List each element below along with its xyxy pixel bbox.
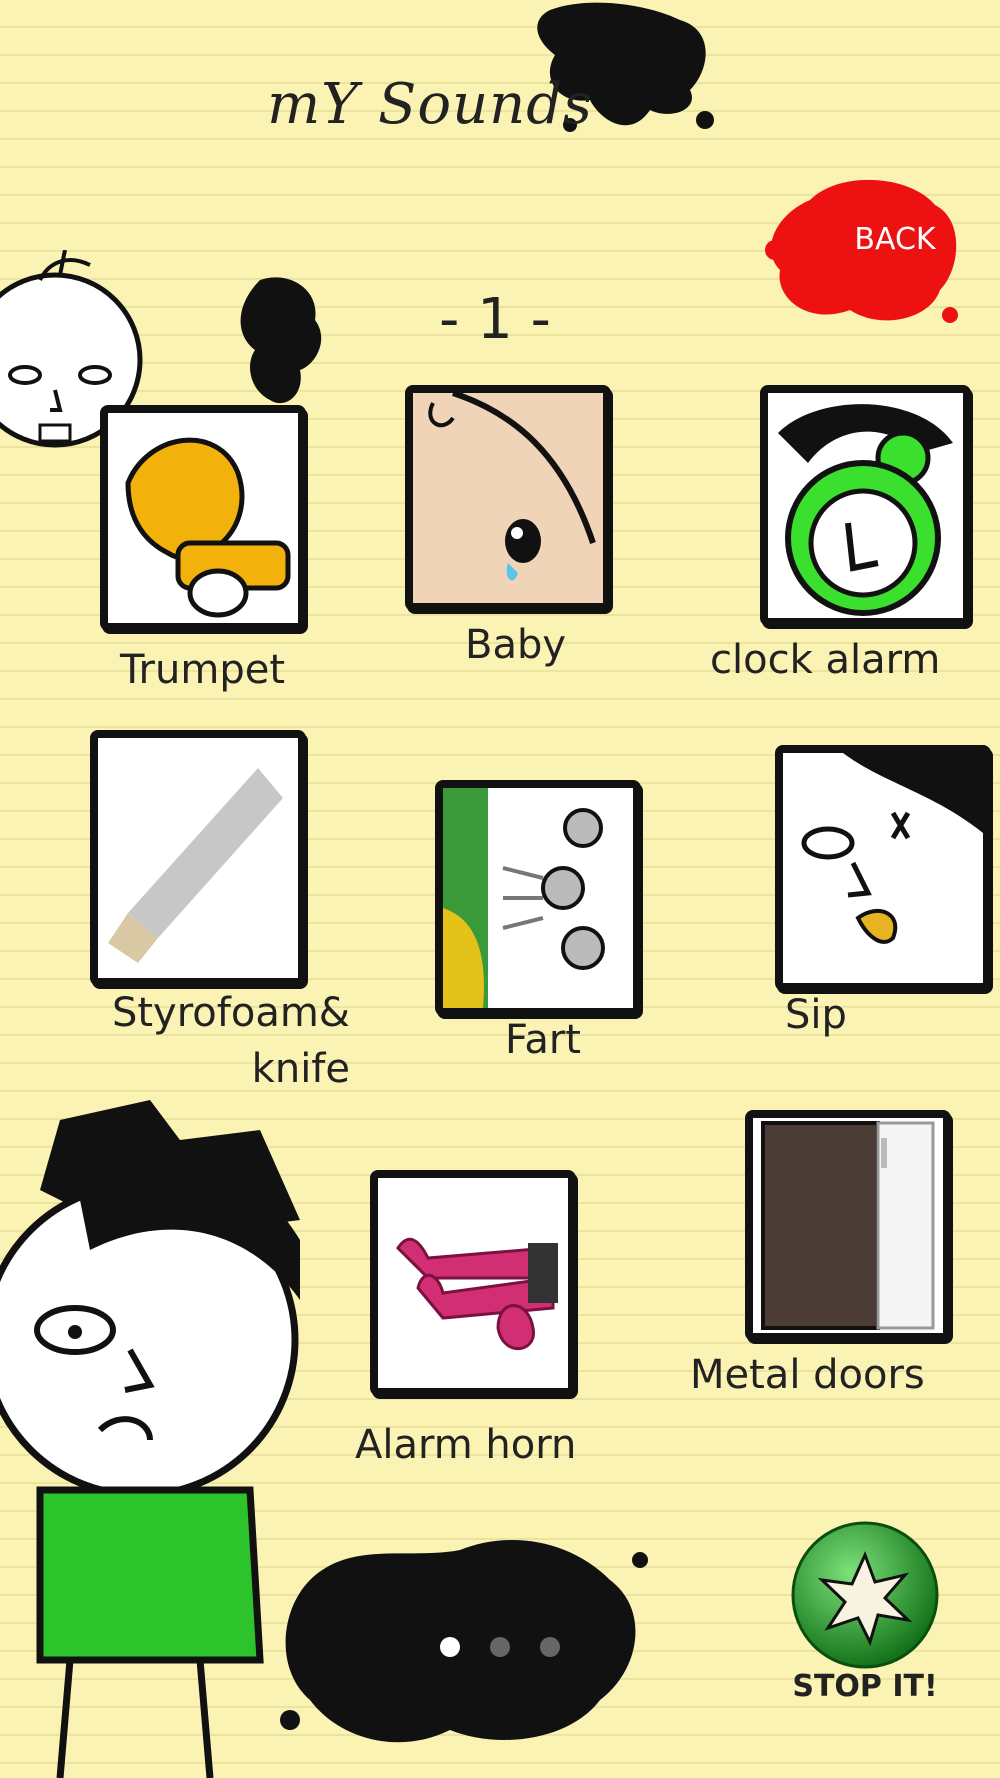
page-dot-2[interactable]	[490, 1637, 510, 1657]
metal-door-icon	[761, 1121, 935, 1330]
sip-face-icon	[801, 753, 983, 944]
boy-character-icon	[0, 1100, 300, 1778]
sound-tile-sip[interactable]	[775, 745, 991, 991]
stop-button[interactable]	[790, 1520, 940, 1670]
sound-label-trumpet[interactable]: Trumpet	[120, 645, 285, 695]
sound-tile-metal-doors[interactable]	[745, 1110, 951, 1341]
sound-label-alarm-horn[interactable]: Alarm horn	[355, 1420, 576, 1470]
knife-icon	[108, 768, 283, 963]
sound-label-clock-alarm[interactable]: clock alarm	[710, 635, 940, 685]
trumpet-icon	[125, 437, 291, 618]
page-indicator	[435, 1632, 575, 1662]
alarm-clock-icon	[778, 404, 953, 616]
sound-tile-clock-alarm[interactable]	[760, 385, 971, 626]
page-title: mY Sounds	[267, 72, 593, 137]
sound-tile-baby[interactable]	[405, 385, 611, 611]
air-horn-icon	[396, 1237, 558, 1351]
sound-label-metal-doors[interactable]: Metal doors	[690, 1350, 925, 1400]
sound-label-baby[interactable]: Baby	[465, 620, 566, 670]
sound-tile-fart[interactable]	[435, 780, 641, 1016]
page-dot-3[interactable]	[540, 1637, 560, 1657]
sound-label-fart[interactable]: Fart	[505, 1015, 581, 1065]
sound-label-styrofoam-knife[interactable]: Styrofoam& knife	[105, 985, 350, 1097]
back-button[interactable]	[760, 160, 970, 340]
page-number: - 1 -	[439, 287, 551, 352]
sound-tile-trumpet[interactable]	[100, 405, 306, 631]
ink-splat-middle	[240, 277, 322, 404]
fart-icon	[443, 788, 605, 1008]
page-dot-1[interactable]	[440, 1637, 460, 1657]
sound-label-sip[interactable]: Sip	[785, 990, 847, 1040]
crying-baby-icon	[413, 393, 603, 603]
sound-tile-alarm-horn[interactable]	[370, 1170, 576, 1396]
sound-tile-styrofoam-knife[interactable]	[90, 730, 306, 986]
stop-button-label: STOP IT!	[792, 1669, 938, 1704]
